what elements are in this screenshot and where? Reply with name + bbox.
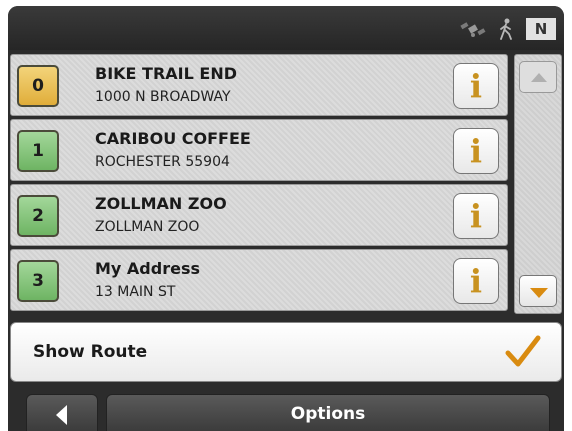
show-route-label: Show Route [33,342,148,362]
item-number-badge: 1 [17,130,59,172]
list-item[interactable]: 0 BIKE TRAIL END 1000 N BROADWAY i [10,54,508,116]
info-button[interactable]: i [453,258,499,304]
list-item[interactable]: 1 CARIBOU COFFEE ROCHESTER 55904 i [10,119,508,181]
list-item[interactable]: 2 ZOLLMAN ZOO ZOLLMAN ZOO i [10,184,508,246]
info-icon: i [469,197,483,235]
item-number-badge: 3 [17,260,59,302]
info-icon: i [469,262,483,300]
chevron-up-icon [531,73,547,82]
info-button[interactable]: i [453,193,499,239]
info-button[interactable]: i [453,128,499,174]
item-address: ROCHESTER 55904 [95,154,230,170]
item-number-badge: 0 [17,65,59,107]
satellite-icon [460,22,486,37]
item-address: ZOLLMAN ZOO [95,219,200,235]
back-arrow-icon [56,405,67,425]
item-name: ZOLLMAN ZOO [95,194,227,213]
item-address: 13 MAIN ST [95,284,176,300]
status-bar: N [8,6,564,50]
options-label: Options [290,404,366,424]
options-button[interactable]: Options [106,394,550,431]
walking-person-icon [500,18,512,40]
item-name: BIKE TRAIL END [95,64,237,83]
navigation-screen: N 0 BIKE TRAIL END 1000 N BROADWAY i 1 C… [8,6,564,431]
scroll-panel [514,54,562,314]
back-button[interactable] [26,394,98,431]
checkmark-icon [505,335,541,367]
info-icon: i [469,67,483,105]
item-name: CARIBOU COFFEE [95,129,251,148]
scroll-down-button[interactable] [519,275,557,307]
compass-indicator[interactable]: N [526,18,556,40]
status-icons: N [460,18,556,40]
scroll-up-button[interactable] [519,61,557,93]
info-icon: i [469,132,483,170]
item-number-badge: 2 [17,195,59,237]
item-name: My Address [95,259,200,278]
item-address: 1000 N BROADWAY [95,89,231,105]
list-item[interactable]: 3 My Address 13 MAIN ST i [10,249,508,311]
chevron-down-icon [530,288,548,298]
info-button[interactable]: i [453,63,499,109]
show-route-button[interactable]: Show Route [10,322,562,382]
